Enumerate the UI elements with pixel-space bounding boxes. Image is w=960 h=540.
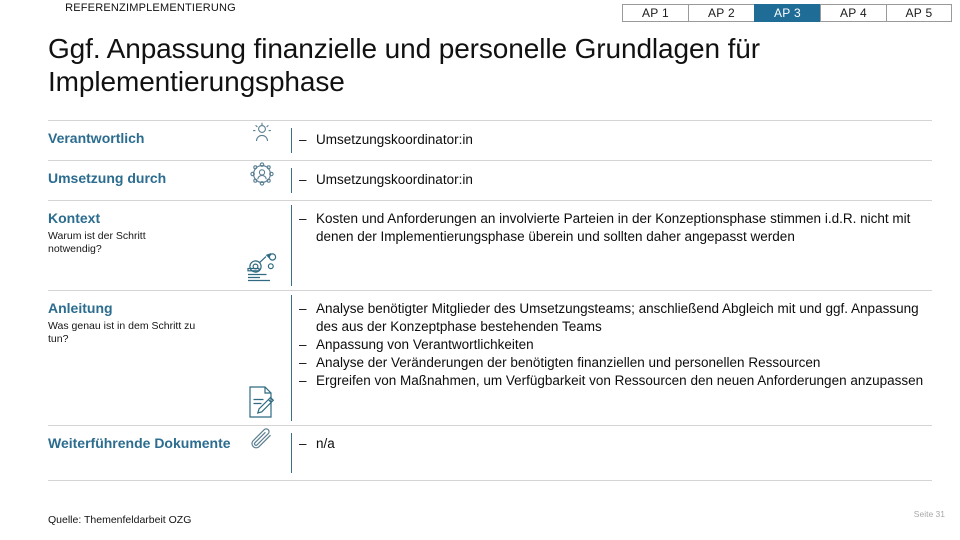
document-pencil-icon (247, 385, 277, 419)
row-label-cell: Kontext Warum ist der Schritt notwendig? (48, 201, 238, 290)
row-sublabel: Was genau ist in dem Schritt zu tun? (48, 320, 196, 345)
row-label: Verantwortlich (48, 130, 145, 146)
bullet-list: n/a (297, 435, 932, 453)
row-icon-cell (238, 201, 286, 290)
page-number: Seite 31 (913, 509, 945, 519)
row-content-cell: Umsetzungskoordinator:in (297, 161, 932, 200)
row-label-cell: Verantwortlich (48, 121, 238, 160)
list-item: Umsetzungskoordinator:in (297, 131, 932, 149)
row-label-cell: Umsetzung durch (48, 161, 238, 200)
document-magnifier-icon (245, 252, 279, 284)
person-icon (249, 121, 275, 147)
table-row: Umsetzung durch Umsetzungskoordinator:in (48, 160, 932, 200)
row-icon-cell (238, 161, 286, 200)
bullet-list: Umsetzungskoordinator:in (297, 131, 932, 149)
row-label: Umsetzung durch (48, 170, 167, 186)
list-item: Anpassung von Verantwortlichkeiten (297, 336, 932, 354)
row-divider (286, 201, 297, 290)
row-icon-cell (238, 426, 286, 480)
tab-ap-4[interactable]: AP 4 (820, 4, 886, 22)
list-item: Kosten und Anforderungen an involvierte … (297, 210, 932, 246)
row-icon-cell (238, 121, 286, 160)
list-item: Umsetzungskoordinator:in (297, 171, 932, 189)
list-item: Ergreifen von Maßnahmen, um Verfügbarkei… (297, 372, 932, 390)
source-note: Quelle: Themenfeldarbeit OZG (48, 514, 192, 526)
steps-table: Verantwortlich Umsetzungskoordinator:in … (48, 120, 932, 481)
row-content-cell: Umsetzungskoordinator:in (297, 121, 932, 160)
ap-tabstrip[interactable]: AP 1 AP 2 AP 3 AP 4 AP 5 (622, 4, 952, 22)
row-sublabel: Warum ist der Schritt notwendig? (48, 230, 146, 255)
row-label-cell: Anleitung Was genau ist in dem Schritt z… (48, 291, 238, 425)
list-item: Analyse benötigter Mitglieder des Umsetz… (297, 300, 932, 336)
row-divider (286, 291, 297, 425)
group-gear-icon (249, 161, 275, 187)
row-label: Kontext (48, 210, 101, 226)
tab-ap-5[interactable]: AP 5 (886, 4, 952, 22)
list-item: Analyse der Veränderungen der benötigten… (297, 354, 932, 372)
row-label: Anleitung (48, 300, 113, 316)
bullet-list: Analyse benötigter Mitglieder des Umsetz… (297, 300, 932, 390)
table-row: Weiterführende Dokumente n/a (48, 425, 932, 481)
table-row: Anleitung Was genau ist in dem Schritt z… (48, 290, 932, 425)
row-divider (286, 161, 297, 200)
bullet-list: Umsetzungskoordinator:in (297, 171, 932, 189)
tab-ap-2[interactable]: AP 2 (688, 4, 754, 22)
row-content-cell: Kosten und Anforderungen an involvierte … (297, 201, 932, 290)
table-row: Verantwortlich Umsetzungskoordinator:in (48, 120, 932, 160)
page-title: Ggf. Anpassung finanzielle und personell… (48, 33, 760, 97)
row-label: Weiterführende Dokumente (48, 435, 231, 451)
row-label-cell: Weiterführende Dokumente (48, 426, 238, 480)
row-divider (286, 426, 297, 480)
bullet-list: Kosten und Anforderungen an involvierte … (297, 210, 932, 246)
list-item: n/a (297, 435, 932, 453)
eyebrow-label: REFERENZIMPLEMENTIERUNG (65, 2, 236, 14)
row-content-cell: Analyse benötigter Mitglieder des Umsetz… (297, 291, 932, 425)
tab-ap-1[interactable]: AP 1 (622, 4, 688, 22)
row-divider (286, 121, 297, 160)
row-content-cell: n/a (297, 426, 932, 480)
paperclip-icon (247, 426, 277, 456)
row-icon-cell (238, 291, 286, 425)
table-row: Kontext Warum ist der Schritt notwendig? (48, 200, 932, 290)
tab-ap-3[interactable]: AP 3 (754, 4, 820, 22)
